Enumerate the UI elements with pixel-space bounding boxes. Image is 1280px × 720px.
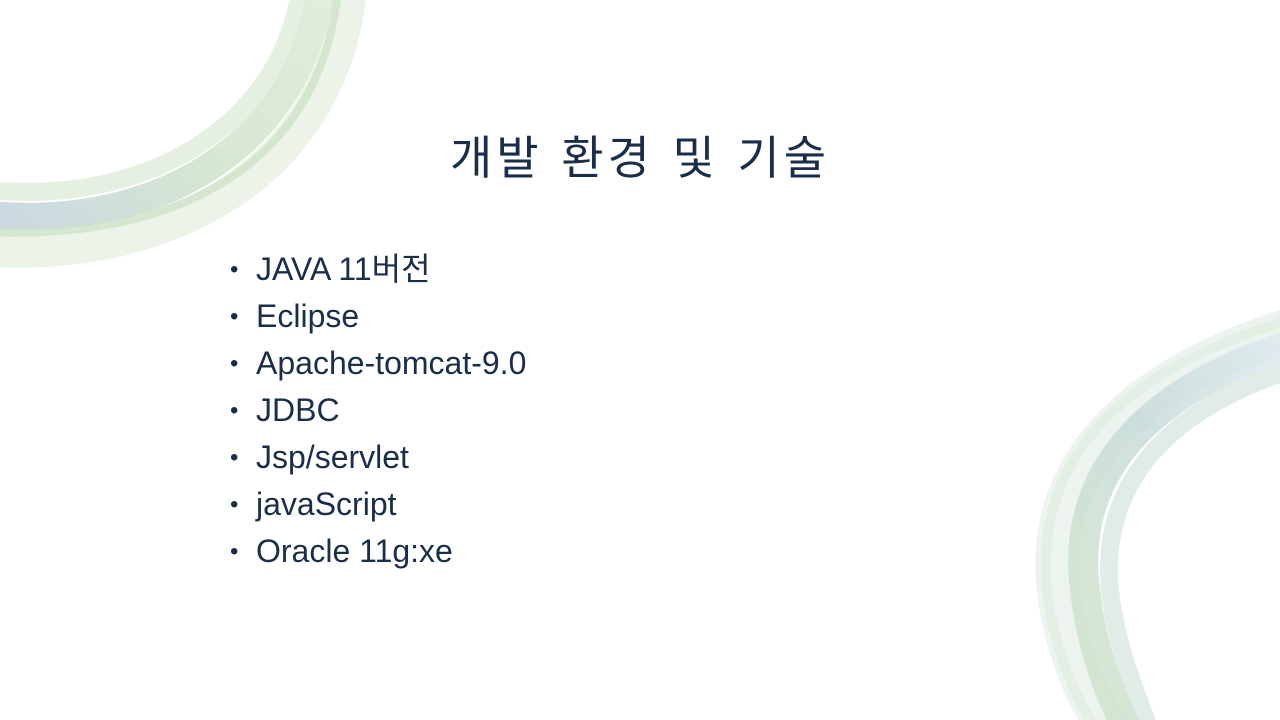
decorative-swooshes [0, 0, 1280, 720]
list-item-text: Oracle 11g:xe [256, 533, 453, 569]
slide-title: 개발 환경 및 기술 [449, 131, 831, 185]
bullet-icon: • [230, 303, 239, 330]
bullet-icon: • [230, 444, 239, 471]
list-item-text: JDBC [256, 392, 340, 428]
bullet-icon: • [230, 256, 239, 283]
bullet-icon: • [230, 397, 239, 424]
bullet-icon: • [230, 538, 239, 565]
list-item: • JAVA 11버전 [230, 246, 526, 293]
list-item-text: Apache-tomcat-9.0 [256, 345, 527, 381]
list-item: • Apache-tomcat-9.0 [230, 340, 526, 387]
list-item-text: javaScript [256, 486, 397, 522]
bullet-icon: • [230, 350, 239, 377]
top-left-swoosh [0, 0, 366, 268]
bullet-list: • JAVA 11버전 • Eclipse • Apache-tomcat-9.0 •… [230, 246, 526, 575]
list-item-text: JAVA 11버전 [256, 251, 431, 287]
list-item-text: Eclipse [256, 298, 360, 334]
list-item: • javaScript [230, 481, 526, 528]
bullet-icon: • [230, 491, 239, 518]
bottom-right-swoosh [1035, 310, 1280, 720]
slide: 개발 환경 및 기술 • JAVA 11버전 • Eclipse • Apache-t… [0, 0, 1280, 720]
list-item-text: Jsp/servlet [256, 439, 409, 475]
list-item: • Jsp/servlet [230, 434, 526, 481]
list-item: • Eclipse [230, 293, 526, 340]
list-item: • JDBC [230, 387, 526, 434]
list-item: • Oracle 11g:xe [230, 528, 526, 575]
